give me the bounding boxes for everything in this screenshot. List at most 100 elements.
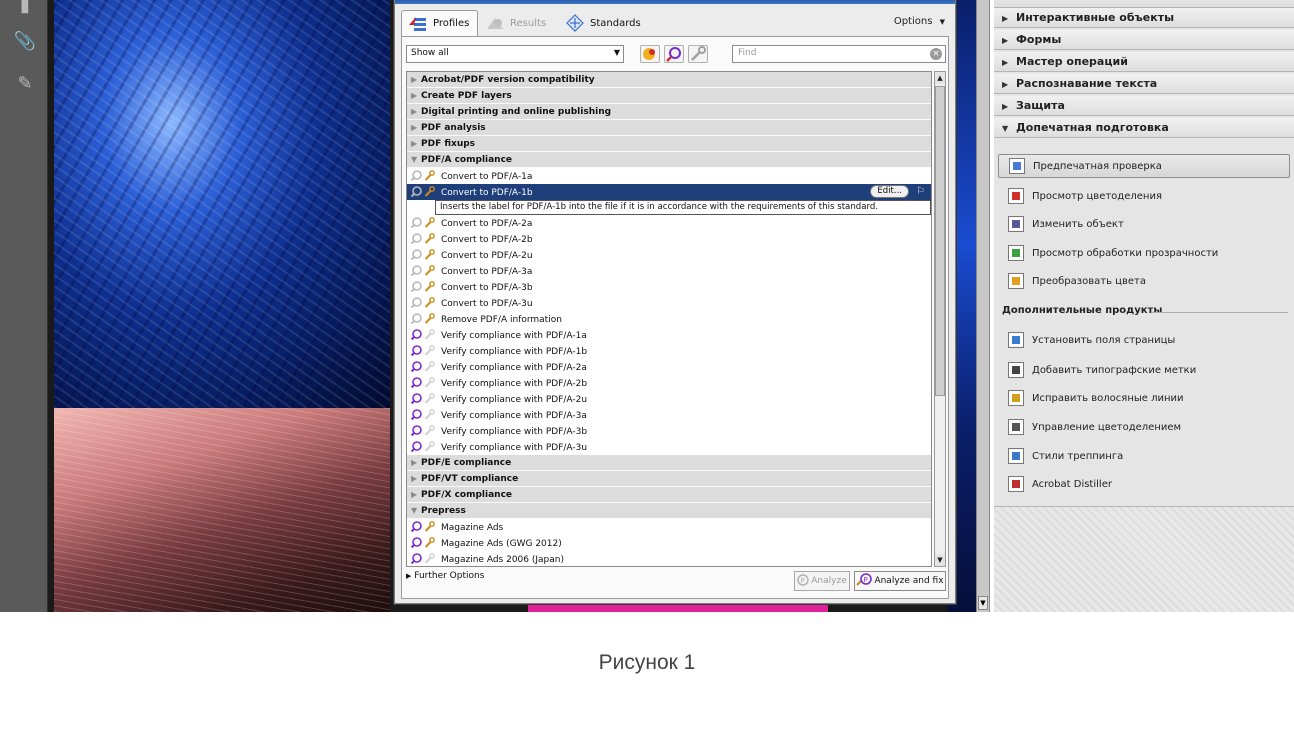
- tool-item[interactable]: Предпечатная проверка: [998, 154, 1290, 178]
- triangle-right-icon[interactable]: ▶: [411, 120, 421, 136]
- tool-item[interactable]: Преобразовать цвета: [998, 269, 1290, 293]
- tree-category[interactable]: ▶ PDF analysis: [407, 120, 931, 136]
- figure-caption: Рисунок 1: [598, 651, 696, 674]
- tree-profile-item[interactable]: Magazine Ads 2006 (Japan): [407, 551, 931, 566]
- tree-profile-item[interactable]: Verify compliance with PDF/A-3a: [407, 407, 931, 423]
- tree-profile-item[interactable]: Convert to PDF/A-3b: [407, 279, 931, 295]
- triangle-right-icon[interactable]: ▶: [411, 455, 421, 471]
- tab-standards[interactable]: Standards: [565, 10, 641, 36]
- analyze-fix-icon: P: [856, 573, 873, 589]
- triangle-down-icon[interactable]: ▼: [411, 152, 421, 168]
- chevron-right-icon: ▶: [1002, 58, 1009, 67]
- preflight-titlebar[interactable]: [395, 0, 955, 4]
- tree-profile-item[interactable]: Convert to PDF/A-2a: [407, 215, 931, 231]
- tree-profile-item[interactable]: Convert to PDF/A-1a: [407, 168, 931, 184]
- attachment-icon[interactable]: 📎: [12, 30, 38, 52]
- scroll-down-icon[interactable]: ▼: [978, 596, 988, 610]
- tree-profile-item[interactable]: Magazine Ads (GWG 2012): [407, 535, 931, 551]
- triangle-right-icon[interactable]: ▶: [411, 104, 421, 120]
- document-image-face: [54, 408, 390, 612]
- edit-profile-button[interactable]: Edit...: [870, 185, 909, 198]
- tree-profile-item[interactable]: Convert to PDF/A-2u: [407, 247, 931, 263]
- clear-search-icon[interactable]: ×: [930, 48, 942, 60]
- tree-category[interactable]: ▶ PDF fixups: [407, 136, 931, 152]
- tab-results[interactable]: Results: [485, 10, 546, 36]
- tool-item[interactable]: Добавить типографские метки: [998, 358, 1290, 382]
- tool-item[interactable]: Установить поля страницы: [998, 328, 1290, 352]
- svg-text:P: P: [801, 577, 805, 585]
- tool-item[interactable]: Исправить волосяные линии: [998, 386, 1290, 410]
- select-profiles-icon[interactable]: [640, 45, 660, 63]
- tree-item-label: Verify compliance with PDF/A-3u: [441, 443, 588, 453]
- tree-profile-item[interactable]: Convert to PDF/A-2b: [407, 231, 931, 247]
- tree-scrollbar[interactable]: ▲ ▼: [934, 71, 946, 567]
- tree-profile-item[interactable]: Verify compliance with PDF/A-3u: [407, 439, 931, 455]
- tools-section[interactable]: ▶ Формы: [994, 30, 1294, 50]
- ink-manager-icon: [1008, 419, 1024, 435]
- tool-item[interactable]: Стили треппинга: [998, 444, 1290, 468]
- tool-item[interactable]: Управление цветоделением: [998, 415, 1290, 439]
- analyze-and-fix-button[interactable]: P Analyze and fix: [854, 571, 946, 591]
- select-checks-icon[interactable]: [664, 45, 684, 63]
- tree-category[interactable]: ▼ PDF/A compliance: [407, 152, 931, 168]
- tree-category[interactable]: ▶ PDF/E compliance: [407, 455, 931, 471]
- tree-profile-item[interactable]: Verify compliance with PDF/A-1b: [407, 343, 931, 359]
- section-pages-partial[interactable]: [994, 0, 1294, 8]
- scroll-thumb[interactable]: [935, 86, 945, 396]
- tree-profile-item[interactable]: Verify compliance with PDF/A-3b: [407, 423, 931, 439]
- tools-section[interactable]: ▶ Распознавание текста: [994, 74, 1294, 94]
- triangle-right-icon[interactable]: ▶: [411, 487, 421, 503]
- tree-profile-item[interactable]: Convert to PDF/A-3a: [407, 263, 931, 279]
- tree-category[interactable]: ▶ Acrobat/PDF version compatibility: [407, 72, 931, 88]
- scroll-up-icon[interactable]: ▲: [935, 72, 945, 84]
- tools-section[interactable]: ▶ Защита: [994, 96, 1294, 116]
- triangle-down-icon[interactable]: ▼: [411, 503, 421, 519]
- tree-category[interactable]: ▼ Prepress: [407, 503, 931, 519]
- tree-profile-item[interactable]: Verify compliance with PDF/A-2u: [407, 391, 931, 407]
- flattener-icon: [1008, 245, 1024, 261]
- show-filter-select[interactable]: Show all ▼: [406, 45, 624, 63]
- tool-item[interactable]: Просмотр цветоделения: [998, 184, 1290, 208]
- tab-profiles[interactable]: Profiles: [401, 10, 479, 36]
- tree-category[interactable]: ▶ Digital printing and online publishing: [407, 104, 931, 120]
- tools-section[interactable]: ▶ Мастер операций: [994, 52, 1294, 72]
- tools-section[interactable]: ▶ Интерактивные объекты: [994, 8, 1294, 28]
- tool-label: Управление цветоделением: [1032, 421, 1182, 433]
- tree-profile-item[interactable]: Convert to PDF/A-1b Edit... ⚐: [407, 184, 931, 200]
- analyze-button[interactable]: P Analyze: [794, 571, 850, 591]
- tree-profile-item[interactable]: Verify compliance with PDF/A-2b: [407, 375, 931, 391]
- tool-item[interactable]: Просмотр обработки прозрачности: [998, 241, 1290, 265]
- profile-tree[interactable]: ▶ Acrobat/PDF version compatibility ▶ Creat…: [406, 71, 932, 567]
- tree-profile-item[interactable]: Verify compliance with PDF/A-2a: [407, 359, 931, 375]
- tree-item-label: Verify compliance with PDF/A-2u: [441, 395, 588, 405]
- pane-divider[interactable]: [976, 0, 990, 612]
- tools-section-label: Интерактивные объекты: [1016, 11, 1175, 24]
- further-options-toggle[interactable]: ▶ Further Options: [406, 571, 484, 581]
- triangle-right-icon[interactable]: ▶: [411, 72, 421, 88]
- tree-profile-item[interactable]: Convert to PDF/A-3u: [407, 295, 931, 311]
- addons-heading: Дополнительные продукты: [1002, 305, 1163, 316]
- tree-category[interactable]: ▶ PDF/VT compliance: [407, 471, 931, 487]
- signature-icon[interactable]: ✎: [12, 72, 38, 94]
- options-menu[interactable]: Options ▼: [894, 16, 945, 27]
- triangle-right-icon[interactable]: ▶: [411, 88, 421, 104]
- tree-profile-item[interactable]: Magazine Ads: [407, 519, 931, 535]
- tool-label: Добавить типографские метки: [1032, 364, 1197, 376]
- svg-text:P: P: [864, 576, 868, 584]
- triangle-right-icon[interactable]: ▶: [411, 136, 421, 152]
- select-fixups-icon[interactable]: [688, 45, 708, 63]
- tree-profile-item[interactable]: Verify compliance with PDF/A-1a: [407, 327, 931, 343]
- tree-category[interactable]: ▶ Create PDF layers: [407, 88, 931, 104]
- tree-item-label: Acrobat/PDF version compatibility: [421, 75, 595, 85]
- find-input[interactable]: Find ×: [732, 45, 946, 63]
- tools-section[interactable]: ▼ Допечатная подготовка: [994, 118, 1294, 138]
- tree-item-label: PDF/X compliance: [421, 490, 513, 500]
- triangle-right-icon[interactable]: ▶: [411, 471, 421, 487]
- tool-item[interactable]: Acrobat Distiller: [998, 472, 1290, 496]
- scroll-down-icon[interactable]: ▼: [935, 554, 945, 566]
- tree-profile-item[interactable]: Remove PDF/A information: [407, 311, 931, 327]
- bookmark-icon[interactable]: ▮: [12, 0, 38, 16]
- profiles-icon: [408, 15, 428, 33]
- tool-item[interactable]: Изменить объект: [998, 212, 1290, 236]
- tree-category[interactable]: ▶ PDF/X compliance: [407, 487, 931, 503]
